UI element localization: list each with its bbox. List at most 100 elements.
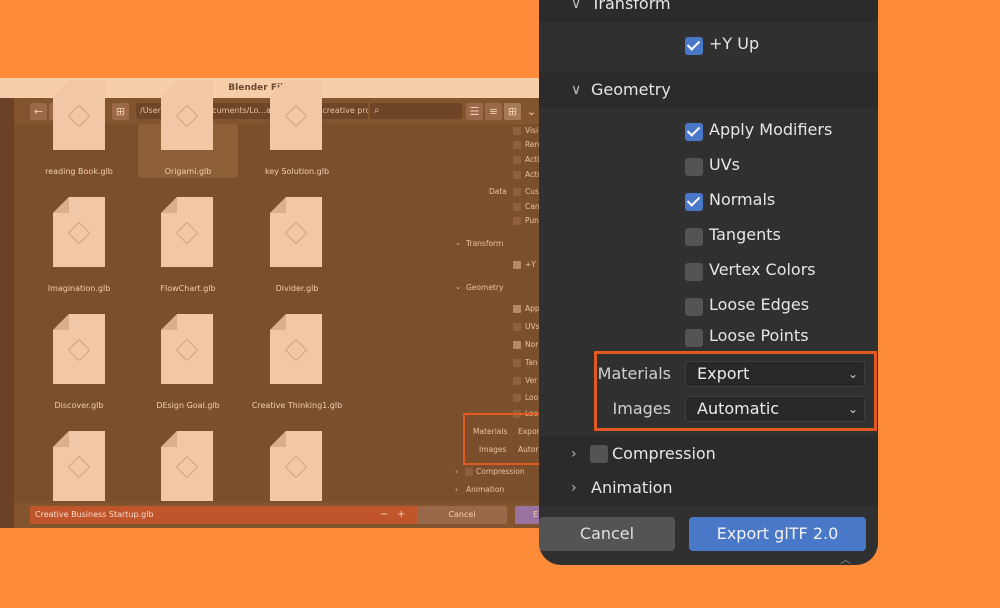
checkbox-icon[interactable] bbox=[685, 37, 703, 55]
cancel-button[interactable]: Cancel bbox=[539, 517, 675, 551]
option-label: Loo bbox=[525, 393, 539, 402]
checkbox[interactable] bbox=[513, 156, 521, 164]
option-label: Ver bbox=[525, 376, 538, 385]
left-sidebar-strip bbox=[0, 98, 14, 528]
page-fold bbox=[161, 314, 177, 330]
chevron-right-icon[interactable]: › bbox=[455, 485, 458, 494]
file-thumbnail[interactable] bbox=[53, 80, 105, 150]
decrement-button[interactable]: − bbox=[380, 506, 388, 524]
page-fold bbox=[270, 314, 286, 330]
file-name[interactable]: Imagination.glb bbox=[29, 284, 129, 293]
compression-header[interactable]: Compression bbox=[476, 467, 525, 476]
file-thumbnail[interactable] bbox=[53, 431, 105, 501]
search-field[interactable]: ⌕ bbox=[370, 103, 462, 119]
checkbox-y-up[interactable]: +Y Up bbox=[539, 32, 878, 62]
checkbox[interactable] bbox=[513, 203, 521, 211]
file-name[interactable]: Divider.glb bbox=[247, 284, 347, 293]
file-thumbnail[interactable] bbox=[270, 197, 322, 267]
checkbox-loose-points[interactable]: Loose Points bbox=[539, 324, 878, 354]
file-thumbnail[interactable] bbox=[270, 314, 322, 384]
checkbox[interactable] bbox=[513, 359, 521, 367]
checkbox-loose-edges[interactable]: Loose Edges bbox=[539, 293, 878, 323]
checkbox[interactable] bbox=[513, 323, 521, 331]
checkbox-uvs[interactable]: UVs bbox=[539, 153, 878, 183]
checkbox[interactable] bbox=[513, 394, 521, 402]
checkbox[interactable] bbox=[513, 127, 521, 135]
checkbox-label: Vertex Colors bbox=[709, 260, 816, 279]
file-thumbnail[interactable] bbox=[53, 314, 105, 384]
file-thumbnail[interactable] bbox=[161, 431, 213, 501]
checkbox[interactable] bbox=[513, 141, 521, 149]
section-title: Compression bbox=[612, 444, 716, 463]
chevron-down-icon[interactable]: ⌄ bbox=[523, 103, 540, 120]
checkbox[interactable] bbox=[465, 468, 473, 476]
option-label: Can bbox=[525, 202, 540, 211]
file-name[interactable]: reading Book.glb bbox=[29, 167, 129, 176]
checkbox-vertex-colors[interactable]: Vertex Colors bbox=[539, 258, 878, 288]
checkbox-label: +Y Up bbox=[709, 34, 760, 53]
checkbox[interactable] bbox=[513, 171, 521, 179]
checkbox-label: Normals bbox=[709, 190, 776, 209]
geometry-header[interactable]: Geometry bbox=[466, 283, 503, 292]
file-name[interactable]: Creative Thinking1.glb bbox=[247, 401, 347, 410]
search-icon: ⌕ bbox=[374, 105, 380, 116]
geometry-section-header[interactable]: ∨ Geometry bbox=[539, 72, 878, 108]
option-label: Acti bbox=[525, 155, 540, 164]
chevron-down-icon[interactable]: ⌄ bbox=[455, 238, 461, 247]
checkbox[interactable] bbox=[513, 217, 521, 225]
option-label: Ren bbox=[525, 140, 540, 149]
checkbox-icon[interactable] bbox=[685, 158, 703, 176]
cancel-button-small[interactable]: Cancel bbox=[417, 506, 507, 524]
export-gltf-button[interactable]: Export glTF 2.0 bbox=[689, 517, 866, 551]
cube-icon bbox=[284, 221, 308, 245]
checkbox-icon[interactable] bbox=[685, 298, 703, 316]
checkbox-icon[interactable] bbox=[685, 228, 703, 246]
file-view-bottom-bar: Creative Business Startup.glb − + Cancel… bbox=[14, 503, 545, 528]
transform-section-header[interactable]: ∨ Transform bbox=[539, 0, 878, 22]
resize-handle-icon[interactable]: ︿ bbox=[840, 551, 851, 565]
checkbox-icon[interactable] bbox=[685, 329, 703, 347]
checkbox-icon[interactable] bbox=[685, 263, 703, 281]
checkbox-icon[interactable] bbox=[685, 193, 703, 211]
animation-header[interactable]: Animation bbox=[466, 485, 504, 494]
new-folder-icon[interactable]: ⊞ bbox=[112, 103, 129, 120]
cube-icon bbox=[284, 455, 308, 479]
file-name[interactable]: Discover.glb bbox=[29, 401, 129, 410]
checkbox[interactable] bbox=[513, 261, 521, 269]
checkbox-tangents[interactable]: Tangents bbox=[539, 223, 878, 253]
checkbox[interactable] bbox=[513, 377, 521, 385]
cube-icon bbox=[67, 455, 91, 479]
chevron-right-icon: › bbox=[571, 446, 577, 462]
file-name[interactable]: FlowChart.glb bbox=[138, 284, 238, 293]
file-thumbnail[interactable] bbox=[161, 197, 213, 267]
section-title: Animation bbox=[591, 478, 673, 497]
chevron-down-icon[interactable]: ⌄ bbox=[455, 282, 461, 291]
file-name[interactable]: key Solution.glb bbox=[247, 167, 347, 176]
file-name[interactable]: Origami.glb bbox=[138, 167, 238, 176]
file-thumbnail[interactable] bbox=[270, 80, 322, 150]
checkbox-icon[interactable] bbox=[685, 123, 703, 141]
checkbox[interactable] bbox=[513, 341, 521, 349]
detail-view-icon[interactable]: ≡ bbox=[485, 103, 502, 120]
checkbox-normals[interactable]: Normals bbox=[539, 188, 878, 218]
file-thumbnail[interactable] bbox=[270, 431, 322, 501]
checkbox[interactable] bbox=[513, 188, 521, 196]
file-thumbnail[interactable] bbox=[161, 314, 213, 384]
checkbox-apply-modifiers[interactable]: Apply Modifiers bbox=[539, 118, 878, 148]
thumbnail-view-icon[interactable]: ⊞ bbox=[504, 103, 521, 120]
compression-checkbox[interactable] bbox=[590, 445, 608, 463]
data-label: Data bbox=[489, 187, 507, 196]
file-name[interactable]: DEsign Goal.glb bbox=[138, 401, 238, 410]
transform-header[interactable]: Transform bbox=[466, 239, 503, 248]
back-arrow-icon[interactable]: ← bbox=[30, 103, 47, 120]
list-view-icon[interactable]: ☰ bbox=[466, 103, 483, 120]
checkbox[interactable] bbox=[513, 305, 521, 313]
increment-button[interactable]: + bbox=[397, 506, 405, 524]
animation-section-header[interactable]: › Animation bbox=[539, 470, 878, 506]
chevron-right-icon[interactable]: › bbox=[455, 467, 458, 476]
file-thumbnail[interactable] bbox=[53, 197, 105, 267]
checkbox-label: Loose Points bbox=[709, 326, 809, 345]
filename-input[interactable]: Creative Business Startup.glb bbox=[30, 506, 427, 524]
file-thumbnail[interactable] bbox=[161, 80, 213, 150]
option-label: Nor bbox=[525, 340, 539, 349]
